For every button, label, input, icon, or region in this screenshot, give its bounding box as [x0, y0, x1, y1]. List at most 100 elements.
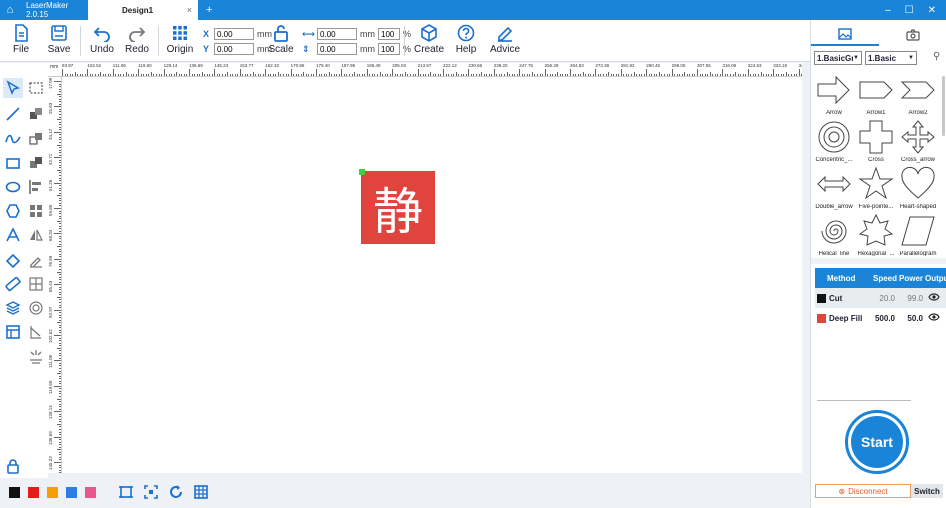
search-icon[interactable]: ⚲ [933, 51, 940, 62]
file-button[interactable]: File [2, 24, 40, 55]
layer-power[interactable]: 99.0 [901, 294, 923, 303]
table-tool[interactable] [3, 322, 23, 342]
origin-button[interactable]: Origin [161, 24, 199, 55]
save-button[interactable]: Save [40, 24, 78, 55]
start-button[interactable]: Start [845, 410, 909, 474]
shape-library-item[interactable]: Cross [855, 119, 897, 171]
layer-color-swatch[interactable] [817, 313, 826, 323]
draw-edit-tool[interactable] [26, 250, 46, 270]
color-swatch[interactable] [47, 487, 58, 498]
eraser-tool[interactable] [3, 250, 23, 270]
shape-library-item[interactable]: Hexagonal_... [855, 213, 897, 256]
ruler-tick [625, 74, 627, 76]
minimize-icon[interactable]: – [885, 5, 891, 16]
shape-library-item[interactable]: Cross_arrow [897, 119, 939, 171]
measure-tool[interactable] [3, 274, 23, 294]
bounding-box-icon[interactable] [118, 484, 134, 500]
fit-view-icon[interactable] [143, 484, 159, 500]
line-tool[interactable] [3, 104, 23, 124]
ruler-tick-label: 119.60 [48, 380, 53, 394]
ellipse-tool[interactable] [3, 177, 23, 197]
layers-tool[interactable] [3, 298, 23, 318]
width-input[interactable] [317, 28, 357, 40]
shape-library-item[interactable]: Five-pointe... [855, 166, 897, 218]
height-input[interactable] [317, 43, 357, 55]
shape-library-item[interactable]: Arrow1 [855, 72, 897, 124]
layer-row[interactable]: Deep Fill 500.0 50.0 [815, 308, 946, 328]
x-position-input[interactable] [214, 28, 254, 40]
library-select[interactable]: 1.BasicGrap ▼ [814, 51, 862, 65]
maximize-icon[interactable]: ☐ [905, 5, 914, 16]
grid-icon[interactable] [193, 484, 209, 500]
laser-fill-tool[interactable] [26, 347, 46, 367]
selection-handle[interactable] [359, 169, 365, 175]
shape-library-item[interactable]: Parallelogram [897, 213, 939, 256]
shape-library-item[interactable]: Heart-shaped [897, 166, 939, 218]
canvas-shape-text[interactable]: 静 [361, 171, 435, 244]
width-percent-input[interactable] [378, 28, 400, 40]
ruler-tick [54, 233, 61, 235]
color-swatch[interactable] [28, 487, 39, 498]
close-tab-icon[interactable]: × [187, 5, 192, 15]
visibility-eye-icon[interactable] [928, 292, 940, 304]
group-tool[interactable] [26, 104, 46, 124]
ruler-tick [476, 74, 478, 76]
polygon-tool[interactable] [3, 201, 23, 221]
shape-library-item[interactable]: Double_arrow [813, 166, 855, 218]
new-tab-icon[interactable]: + [198, 4, 212, 16]
ungroup-tool[interactable] [26, 129, 46, 149]
curve-tool[interactable] [3, 129, 23, 149]
ruler-tick-label: 119.60 [138, 63, 152, 68]
category-select[interactable]: 1.Basic ▼ [865, 51, 917, 65]
layer-row[interactable]: Cut 20.0 99.0 [815, 288, 946, 308]
tab-shape-library[interactable] [811, 24, 879, 46]
tab-camera[interactable] [879, 24, 946, 46]
close-window-icon[interactable]: ✕ [928, 5, 936, 16]
switch-button[interactable]: Switch [911, 484, 943, 498]
spiral-tool[interactable] [26, 298, 46, 318]
layer-speed[interactable]: 500.0 [873, 314, 895, 323]
layer-speed[interactable]: 20.0 [873, 294, 895, 303]
redo-button[interactable]: Redo [118, 24, 156, 55]
shape-library-item[interactable]: Helical_line [813, 213, 855, 256]
shape-library-item[interactable]: Concentric_... [813, 119, 855, 171]
rotate-icon[interactable] [168, 484, 184, 500]
advice-button[interactable]: Advice [486, 24, 524, 55]
layer-color-swatch[interactable] [817, 293, 826, 303]
height-percent-input[interactable] [378, 43, 400, 55]
canvas-scrollbar[interactable] [802, 63, 810, 478]
ruler-tick [618, 74, 620, 76]
help-button[interactable]: Help [447, 24, 485, 55]
tab-design1[interactable]: Design1 × [88, 0, 198, 20]
node-edit-tool[interactable] [26, 322, 46, 342]
combine-tool[interactable] [26, 153, 46, 173]
mirror-tool[interactable] [26, 225, 46, 245]
lock-tool[interactable] [3, 456, 23, 476]
undo-button[interactable]: Undo [83, 24, 121, 55]
rectangle-tool[interactable] [3, 153, 23, 173]
shape-library-item[interactable]: Arrow [813, 72, 855, 124]
visibility-eye-icon[interactable] [928, 312, 940, 324]
color-swatch[interactable] [85, 487, 96, 498]
array-tool[interactable] [26, 274, 46, 294]
arrange-tool[interactable] [26, 201, 46, 221]
y-position-input[interactable] [214, 43, 254, 55]
select-tool[interactable] [3, 78, 23, 98]
align-left-tool[interactable] [26, 177, 46, 197]
ruler-tick [399, 74, 401, 76]
shape-library-scrollbar[interactable] [942, 76, 945, 136]
disconnect-button[interactable]: ⊗ Disconnect [815, 484, 911, 498]
layer-power[interactable]: 50.0 [901, 314, 923, 323]
text-tool[interactable] [3, 225, 23, 245]
create-button[interactable]: Create [410, 24, 448, 55]
marquee-tool[interactable] [26, 78, 46, 98]
scale-lock-button[interactable]: Scale [262, 24, 300, 55]
ruler-tick [59, 383, 61, 385]
ruler-tick [204, 74, 206, 76]
ruler-tick [519, 69, 521, 76]
design-canvas[interactable]: 静 [62, 77, 802, 473]
home-icon[interactable]: ⌂ [0, 4, 20, 16]
color-swatch[interactable] [66, 487, 77, 498]
shape-library-item[interactable]: Arrow2 [897, 72, 939, 124]
color-swatch[interactable] [9, 487, 20, 498]
